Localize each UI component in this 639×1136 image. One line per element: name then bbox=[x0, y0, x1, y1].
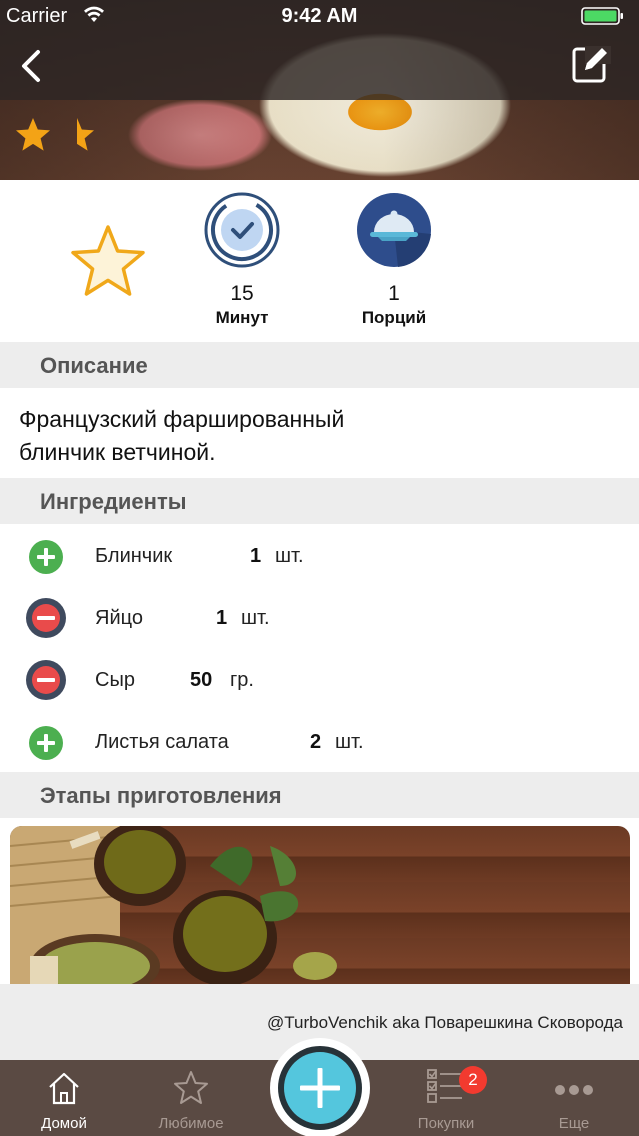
more-dots-icon bbox=[555, 1085, 593, 1095]
ingredients-header-label: Ингредиенты bbox=[40, 489, 187, 514]
ingredient-qty: 2 bbox=[310, 731, 322, 753]
status-time: 9:42 AM bbox=[281, 5, 358, 27]
tab-favorites-label: Любимое bbox=[158, 1115, 224, 1132]
ingredient-row: Яйцо 1 шт. bbox=[0, 588, 639, 650]
plus-circle-icon[interactable] bbox=[25, 536, 67, 578]
ingredient-qty: 50 bbox=[190, 669, 213, 691]
ingredient-name: Яйцо bbox=[95, 607, 143, 629]
step-caption: @TurboVenchik aka Поварешкина Сковорода bbox=[266, 1013, 623, 1032]
tab-shopping[interactable]: Покупки bbox=[386, 1060, 506, 1136]
ingredient-row: Сыр 50 гр. bbox=[0, 650, 639, 712]
servings-value: 1 bbox=[388, 282, 400, 305]
recipe-rating bbox=[14, 116, 96, 154]
cloche-icon bbox=[357, 193, 431, 267]
favorite-star-button[interactable] bbox=[68, 224, 148, 300]
steps-header-label: Этапы приготовления bbox=[40, 783, 282, 808]
description-header-label: Описание bbox=[40, 353, 148, 378]
servings-label: Порций bbox=[361, 308, 427, 327]
steps-header: Этапы приготовления bbox=[0, 772, 639, 818]
ingredient-name: Блинчик bbox=[95, 545, 173, 567]
status-bar: Carrier 9:42 AM bbox=[0, 0, 639, 32]
star-full-icon bbox=[16, 118, 50, 151]
description-line-1: Французский фаршированный bbox=[19, 406, 345, 432]
ingredient-unit: шт. bbox=[335, 731, 364, 753]
tab-more[interactable]: Еще bbox=[514, 1060, 634, 1136]
ingredient-row: Блинчик 1 шт. bbox=[0, 526, 639, 588]
tab-shopping-label: Покупки bbox=[417, 1115, 475, 1132]
add-recipe-fab[interactable] bbox=[270, 1038, 370, 1136]
cook-time-value: 15 bbox=[230, 282, 254, 305]
plus-circle-icon[interactable] bbox=[25, 722, 67, 764]
ingredient-name: Сыр bbox=[95, 669, 135, 691]
battery-icon bbox=[581, 7, 623, 25]
description-text: Французский фаршированный блинчик ветчин… bbox=[19, 403, 449, 469]
ingredient-qty: 1 bbox=[250, 545, 262, 567]
ingredients-header: Ингредиенты bbox=[0, 478, 639, 524]
tab-home[interactable]: Домой bbox=[4, 1060, 124, 1136]
home-icon bbox=[49, 1072, 79, 1105]
edit-button[interactable] bbox=[571, 44, 611, 84]
cook-time-stat: 15 Минут bbox=[182, 282, 302, 328]
ingredient-unit: гр. bbox=[230, 669, 254, 691]
minus-circle-icon[interactable] bbox=[25, 597, 67, 639]
ingredient-unit: шт. bbox=[241, 607, 270, 629]
servings-stat: 1 Порций bbox=[334, 282, 454, 328]
timer-check-icon bbox=[204, 192, 280, 268]
cook-time-label: Минут bbox=[215, 308, 269, 327]
plus-icon bbox=[300, 1068, 340, 1108]
ingredient-unit: шт. bbox=[275, 545, 304, 567]
step-image[interactable] bbox=[10, 826, 630, 986]
minus-circle-icon[interactable] bbox=[25, 659, 67, 701]
tab-more-label: Еще bbox=[558, 1115, 590, 1132]
back-button[interactable] bbox=[14, 46, 48, 86]
tab-home-label: Домой bbox=[41, 1115, 87, 1132]
ingredient-qty: 1 bbox=[216, 607, 228, 629]
ingredient-row: Листья салата 2 шт. bbox=[0, 712, 639, 774]
shopping-badge: 2 bbox=[459, 1066, 487, 1094]
ingredient-name: Листья салата bbox=[95, 731, 229, 753]
description-line-2: блинчик ветчиной. bbox=[19, 439, 216, 465]
star-icon bbox=[174, 1071, 208, 1104]
star-half-icon bbox=[77, 118, 94, 151]
step-image-artwork bbox=[10, 826, 337, 986]
description-header: Описание bbox=[0, 342, 639, 388]
tab-favorites[interactable]: Любимое bbox=[131, 1060, 251, 1136]
